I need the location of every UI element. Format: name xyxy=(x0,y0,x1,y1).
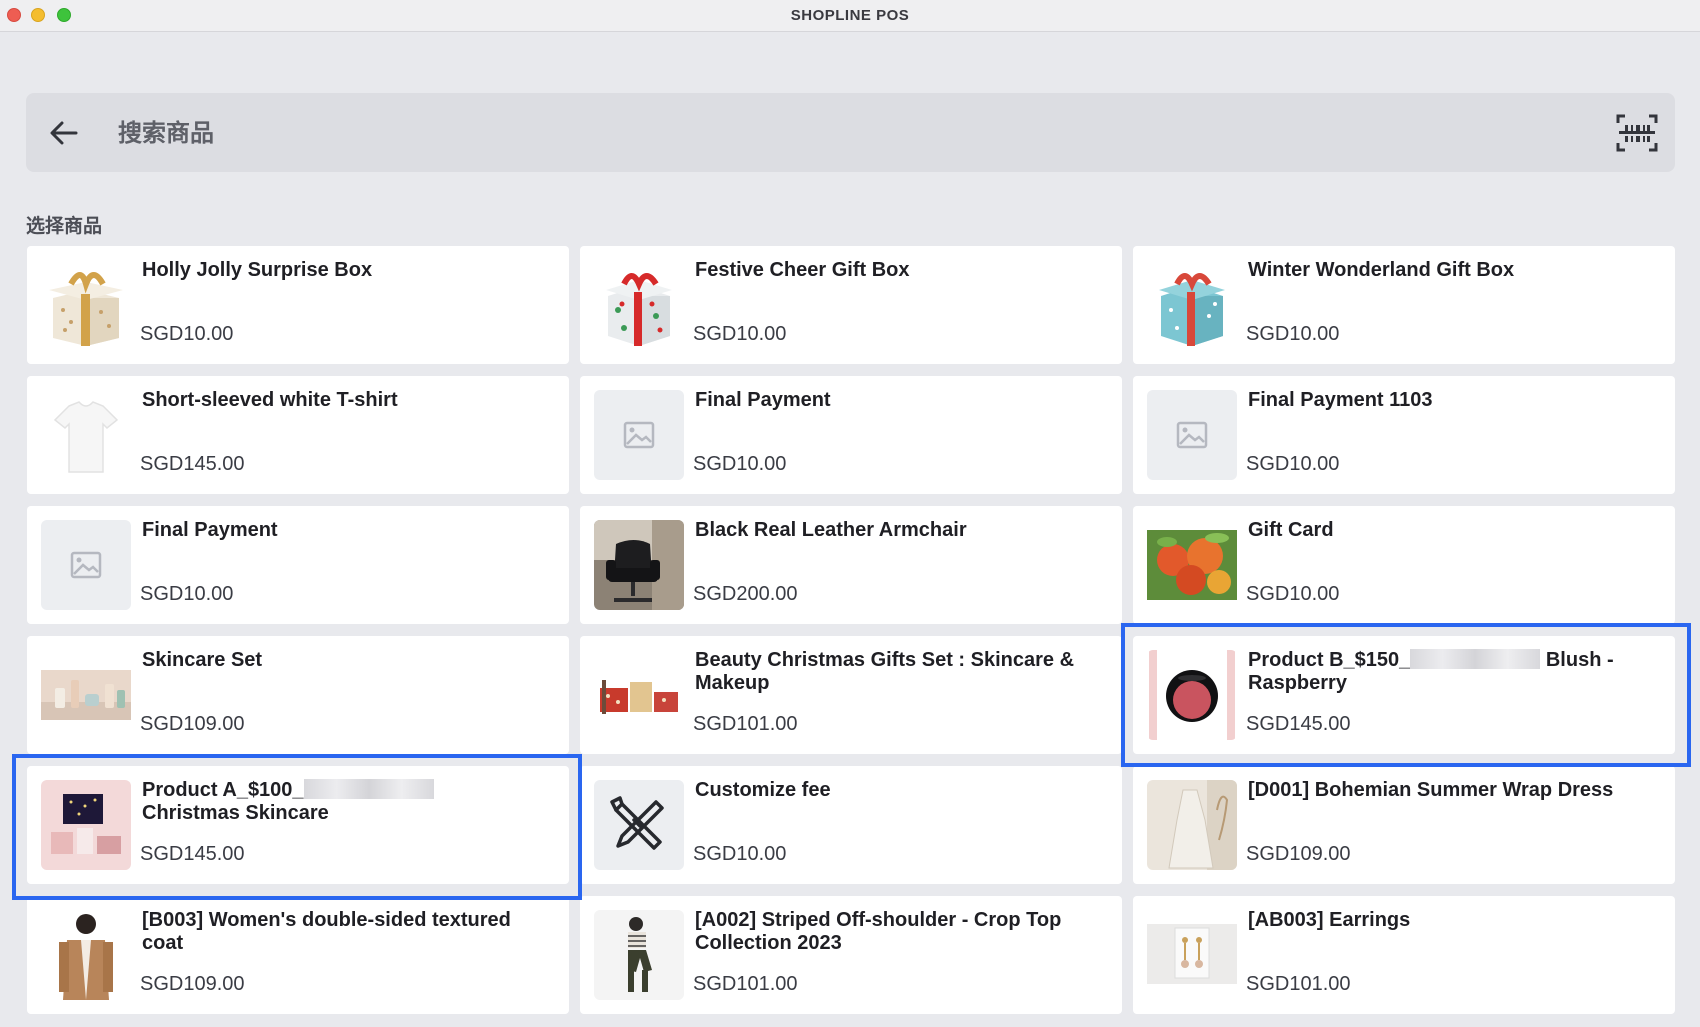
search-bar xyxy=(26,93,1675,172)
product-price: SGD145.00 xyxy=(140,843,245,865)
product-card[interactable]: Holly Jolly Surprise Box SGD10.00 xyxy=(27,246,569,364)
product-name: Beauty Christmas Gifts Set : Skincare & … xyxy=(695,649,1075,694)
product-card[interactable]: [AB003] Earrings SGD101.00 xyxy=(1133,896,1675,1014)
product-card[interactable]: Product B_$150_ Blush - Raspberry SGD145… xyxy=(1133,636,1675,754)
product-price: SGD109.00 xyxy=(140,713,245,735)
product-card[interactable]: Short-sleeved white T-shirt SGD145.00 xyxy=(27,376,569,494)
tools-icon xyxy=(594,780,684,870)
product-price: SGD101.00 xyxy=(693,713,798,735)
gift-box-image xyxy=(1147,260,1237,350)
product-name: Short-sleeved white T-shirt xyxy=(142,389,398,411)
beauty-set-image xyxy=(594,650,684,740)
product-name-suffix: Christmas Skincare xyxy=(142,802,329,824)
product-price: SGD10.00 xyxy=(1246,323,1340,345)
dress-image xyxy=(1147,780,1237,870)
product-card[interactable]: [B003] Women's double-sided textured coa… xyxy=(27,896,569,1014)
barcode-scan-icon xyxy=(1616,114,1658,152)
product-card[interactable]: Winter Wonderland Gift Box SGD10.00 xyxy=(1133,246,1675,364)
product-name-prefix: Product B_$150_ xyxy=(1248,649,1411,671)
image-placeholder-icon xyxy=(41,520,131,610)
product-price: SGD145.00 xyxy=(1246,713,1351,735)
product-price: SGD10.00 xyxy=(693,453,787,475)
back-button[interactable] xyxy=(46,115,82,151)
product-price: SGD101.00 xyxy=(693,973,798,995)
gift-box-image xyxy=(41,260,131,350)
product-name: [B003] Women's double-sided textured coa… xyxy=(142,909,511,954)
search-input[interactable] xyxy=(118,113,1518,153)
product-name: Final Payment 1103 xyxy=(1248,389,1433,411)
product-name: Skincare Set xyxy=(142,649,263,671)
croptop-image xyxy=(594,910,684,1000)
blush-image xyxy=(1147,650,1237,740)
tshirt-image xyxy=(41,390,131,480)
apples-image xyxy=(1147,520,1237,610)
product-card[interactable]: Final Payment SGD10.00 xyxy=(580,376,1122,494)
barcode-scan-button[interactable] xyxy=(1615,113,1659,153)
section-label: 选择商品 xyxy=(26,215,103,237)
product-price: SGD145.00 xyxy=(140,453,245,475)
earrings-image xyxy=(1147,910,1237,1000)
product-card[interactable]: Gift Card SGD10.00 xyxy=(1133,506,1675,624)
product-name: [D001] Bohemian Summer Wrap Dress xyxy=(1248,779,1614,801)
window-titlebar: SHOPLINE POS xyxy=(0,0,1700,32)
window-title: SHOPLINE POS xyxy=(790,7,910,24)
product-card[interactable]: Final Payment 1103 SGD10.00 xyxy=(1133,376,1675,494)
product-card[interactable]: Customize fee SGD10.00 xyxy=(580,766,1122,884)
redacted-text xyxy=(303,779,434,799)
image-placeholder-icon xyxy=(594,390,684,480)
product-card[interactable]: Final Payment SGD10.00 xyxy=(27,506,569,624)
product-name: Product A_$100_ Christmas Skincare xyxy=(142,779,542,825)
product-name: Product B_$150_ Blush - Raspberry xyxy=(1248,649,1648,695)
product-price: SGD101.00 xyxy=(1246,973,1351,995)
product-price: SGD10.00 xyxy=(1246,453,1340,475)
skincare-image xyxy=(41,650,131,740)
armchair-image xyxy=(594,520,684,610)
product-name: Customize fee xyxy=(695,779,831,801)
product-price: SGD10.00 xyxy=(140,323,234,345)
product-price: SGD109.00 xyxy=(140,973,245,995)
product-price: SGD10.00 xyxy=(1246,583,1340,605)
product-price: SGD200.00 xyxy=(693,583,798,605)
product-name: [A002] Striped Off-shoulder - Crop Top C… xyxy=(695,909,1062,954)
product-name: Festive Cheer Gift Box xyxy=(695,259,910,281)
image-placeholder-icon xyxy=(1147,390,1237,480)
product-name: Final Payment xyxy=(695,389,831,411)
product-name: [AB003] Earrings xyxy=(1248,909,1411,931)
product-card[interactable]: Product A_$100_ Christmas Skincare SGD145… xyxy=(27,766,569,884)
product-card[interactable]: Skincare Set SGD109.00 xyxy=(27,636,569,754)
product-name: Gift Card xyxy=(1248,519,1334,541)
product-name: Winter Wonderland Gift Box xyxy=(1248,259,1515,281)
product-card[interactable]: [A002] Striped Off-shoulder - Crop Top C… xyxy=(580,896,1122,1014)
arrow-left-icon xyxy=(50,121,78,145)
product-price: SGD10.00 xyxy=(693,843,787,865)
product-price: SGD10.00 xyxy=(693,323,787,345)
product-name: Final Payment xyxy=(142,519,278,541)
product-name: Holly Jolly Surprise Box xyxy=(142,259,373,281)
redacted-text xyxy=(1410,649,1541,669)
product-price: SGD10.00 xyxy=(140,583,234,605)
coat-image xyxy=(41,910,131,1000)
product-card[interactable]: Black Real Leather Armchair SGD200.00 xyxy=(580,506,1122,624)
gift-box-image xyxy=(594,260,684,350)
product-name: Black Real Leather Armchair xyxy=(695,519,967,541)
product-card[interactable]: Beauty Christmas Gifts Set : Skincare & … xyxy=(580,636,1122,754)
product-price: SGD109.00 xyxy=(1246,843,1351,865)
product-name-prefix: Product A_$100_ xyxy=(142,779,304,801)
christmas-skincare-image xyxy=(41,780,131,870)
product-card[interactable]: Festive Cheer Gift Box SGD10.00 xyxy=(580,246,1122,364)
product-card[interactable]: [D001] Bohemian Summer Wrap Dress SGD109… xyxy=(1133,766,1675,884)
